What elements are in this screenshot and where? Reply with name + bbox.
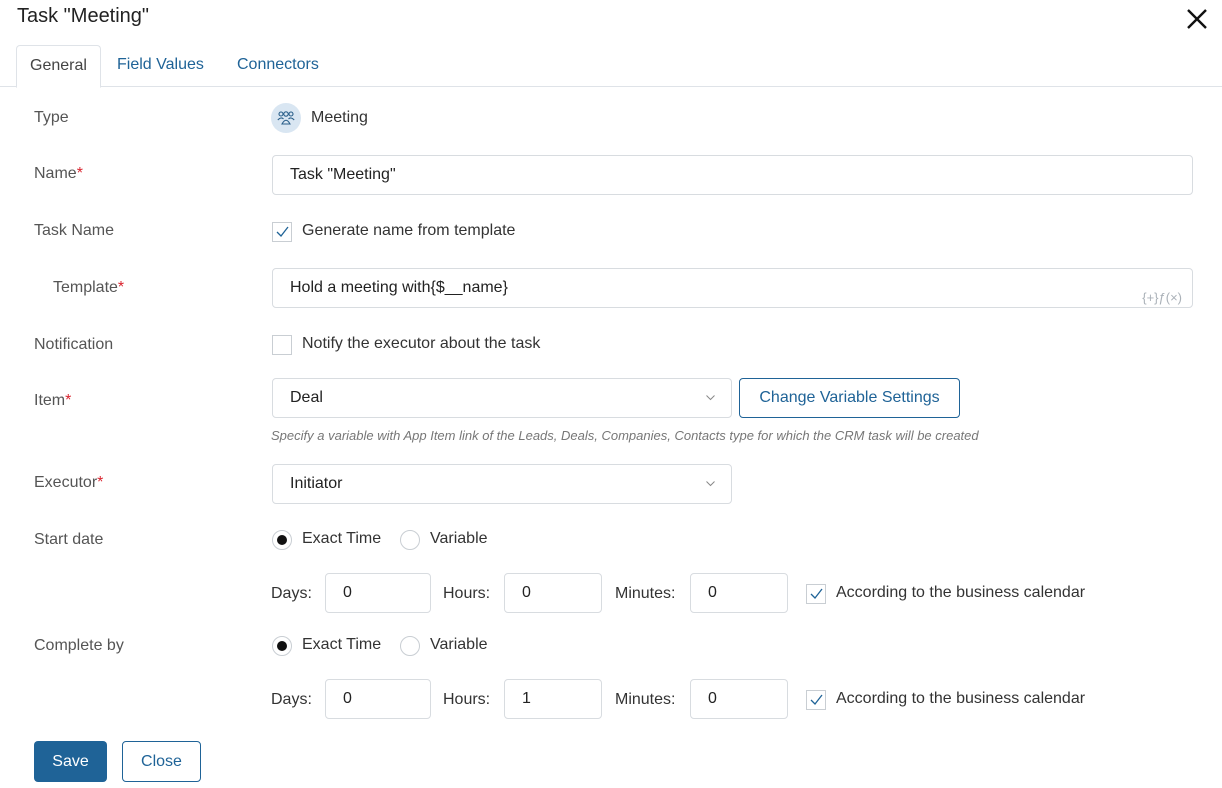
notify-executor-label[interactable]: Notify the executor about the task — [302, 335, 540, 353]
complete-days-input[interactable]: 0 — [325, 679, 431, 719]
start-hours-input[interactable]: 0 — [504, 573, 602, 613]
tab-bar: General Field Values Connectors — [0, 45, 1222, 88]
dialog-title: Task "Meeting" — [17, 5, 150, 27]
complete-exact-time-label[interactable]: Exact Time — [302, 636, 381, 654]
notification-label: Notification — [34, 336, 114, 353]
executor-label: Executor* — [34, 474, 103, 492]
template-input[interactable]: Hold a meeting with{$__name} {+}ƒ(×) — [272, 268, 1193, 308]
notify-executor-checkbox[interactable] — [272, 335, 292, 355]
executor-select-value: Initiator — [290, 475, 343, 492]
checkmark-icon — [810, 588, 823, 599]
complete-minutes-label: Minutes: — [615, 691, 676, 708]
change-variable-settings-button[interactable]: Change Variable Settings — [739, 378, 960, 418]
complete-hours-input[interactable]: 1 — [504, 679, 602, 719]
start-business-calendar-checkbox[interactable] — [806, 584, 826, 604]
start-days-label: Days: — [271, 585, 312, 602]
start-exact-time-radio[interactable] — [272, 530, 292, 550]
complete-business-calendar-label[interactable]: According to the business calendar — [836, 690, 1085, 708]
people-group-icon — [271, 103, 301, 133]
name-label-text: Name — [34, 165, 77, 182]
executor-select[interactable]: Initiator — [272, 464, 732, 504]
generate-name-checkbox[interactable] — [272, 222, 292, 242]
required-mark: * — [65, 392, 72, 409]
start-business-calendar-label[interactable]: According to the business calendar — [836, 584, 1085, 602]
start-days-input[interactable]: 0 — [325, 573, 431, 613]
name-input[interactable]: Task "Meeting" — [272, 155, 1193, 195]
checkmark-icon — [276, 226, 289, 237]
name-label: Name* — [34, 165, 83, 183]
generate-name-label[interactable]: Generate name from template — [302, 222, 515, 240]
start-variable-radio[interactable] — [400, 530, 420, 550]
start-exact-time-label[interactable]: Exact Time — [302, 530, 381, 548]
item-hint: Specify a variable with App Item link of… — [271, 428, 979, 443]
complete-by-label: Complete by — [34, 637, 124, 654]
chevron-down-icon — [706, 395, 715, 401]
complete-hours-label: Hours: — [443, 691, 491, 708]
type-value: Meeting — [311, 109, 368, 126]
checkmark-icon — [810, 694, 823, 705]
complete-variable-radio[interactable] — [400, 636, 420, 656]
type-label: Type — [34, 109, 69, 126]
start-minutes-label: Minutes: — [615, 585, 676, 602]
start-hours-label: Hours: — [443, 585, 491, 602]
complete-days-label: Days: — [271, 691, 312, 708]
start-variable-label[interactable]: Variable — [430, 530, 488, 548]
complete-business-calendar-checkbox[interactable] — [806, 690, 826, 710]
template-label-text: Template — [53, 279, 118, 296]
chevron-down-icon — [706, 481, 715, 487]
executor-label-text: Executor — [34, 474, 98, 491]
save-button[interactable]: Save — [34, 741, 107, 782]
close-button[interactable]: Close — [122, 741, 201, 782]
complete-minutes-input[interactable]: 0 — [690, 679, 788, 719]
task-name-label: Task Name — [34, 222, 115, 239]
template-value: Hold a meeting with{$__name} — [290, 279, 508, 296]
item-select[interactable]: Deal — [272, 378, 732, 418]
insert-variable-icon[interactable]: {+}ƒ(×) — [1142, 279, 1182, 317]
required-mark: * — [117, 279, 125, 296]
template-label: Template* — [53, 279, 124, 297]
item-label-text: Item — [34, 392, 66, 409]
start-date-label: Start date — [34, 531, 104, 548]
tab-field-values[interactable]: Field Values — [104, 45, 217, 87]
tab-connectors[interactable]: Connectors — [224, 45, 332, 87]
start-minutes-input[interactable]: 0 — [690, 573, 788, 613]
item-select-value: Deal — [290, 389, 323, 406]
complete-exact-time-radio[interactable] — [272, 636, 292, 656]
required-mark: * — [97, 474, 104, 491]
tab-general[interactable]: General — [16, 45, 101, 88]
close-icon[interactable] — [1184, 6, 1210, 32]
required-mark: * — [76, 165, 83, 182]
complete-variable-label[interactable]: Variable — [430, 636, 488, 654]
item-label: Item* — [34, 392, 71, 410]
